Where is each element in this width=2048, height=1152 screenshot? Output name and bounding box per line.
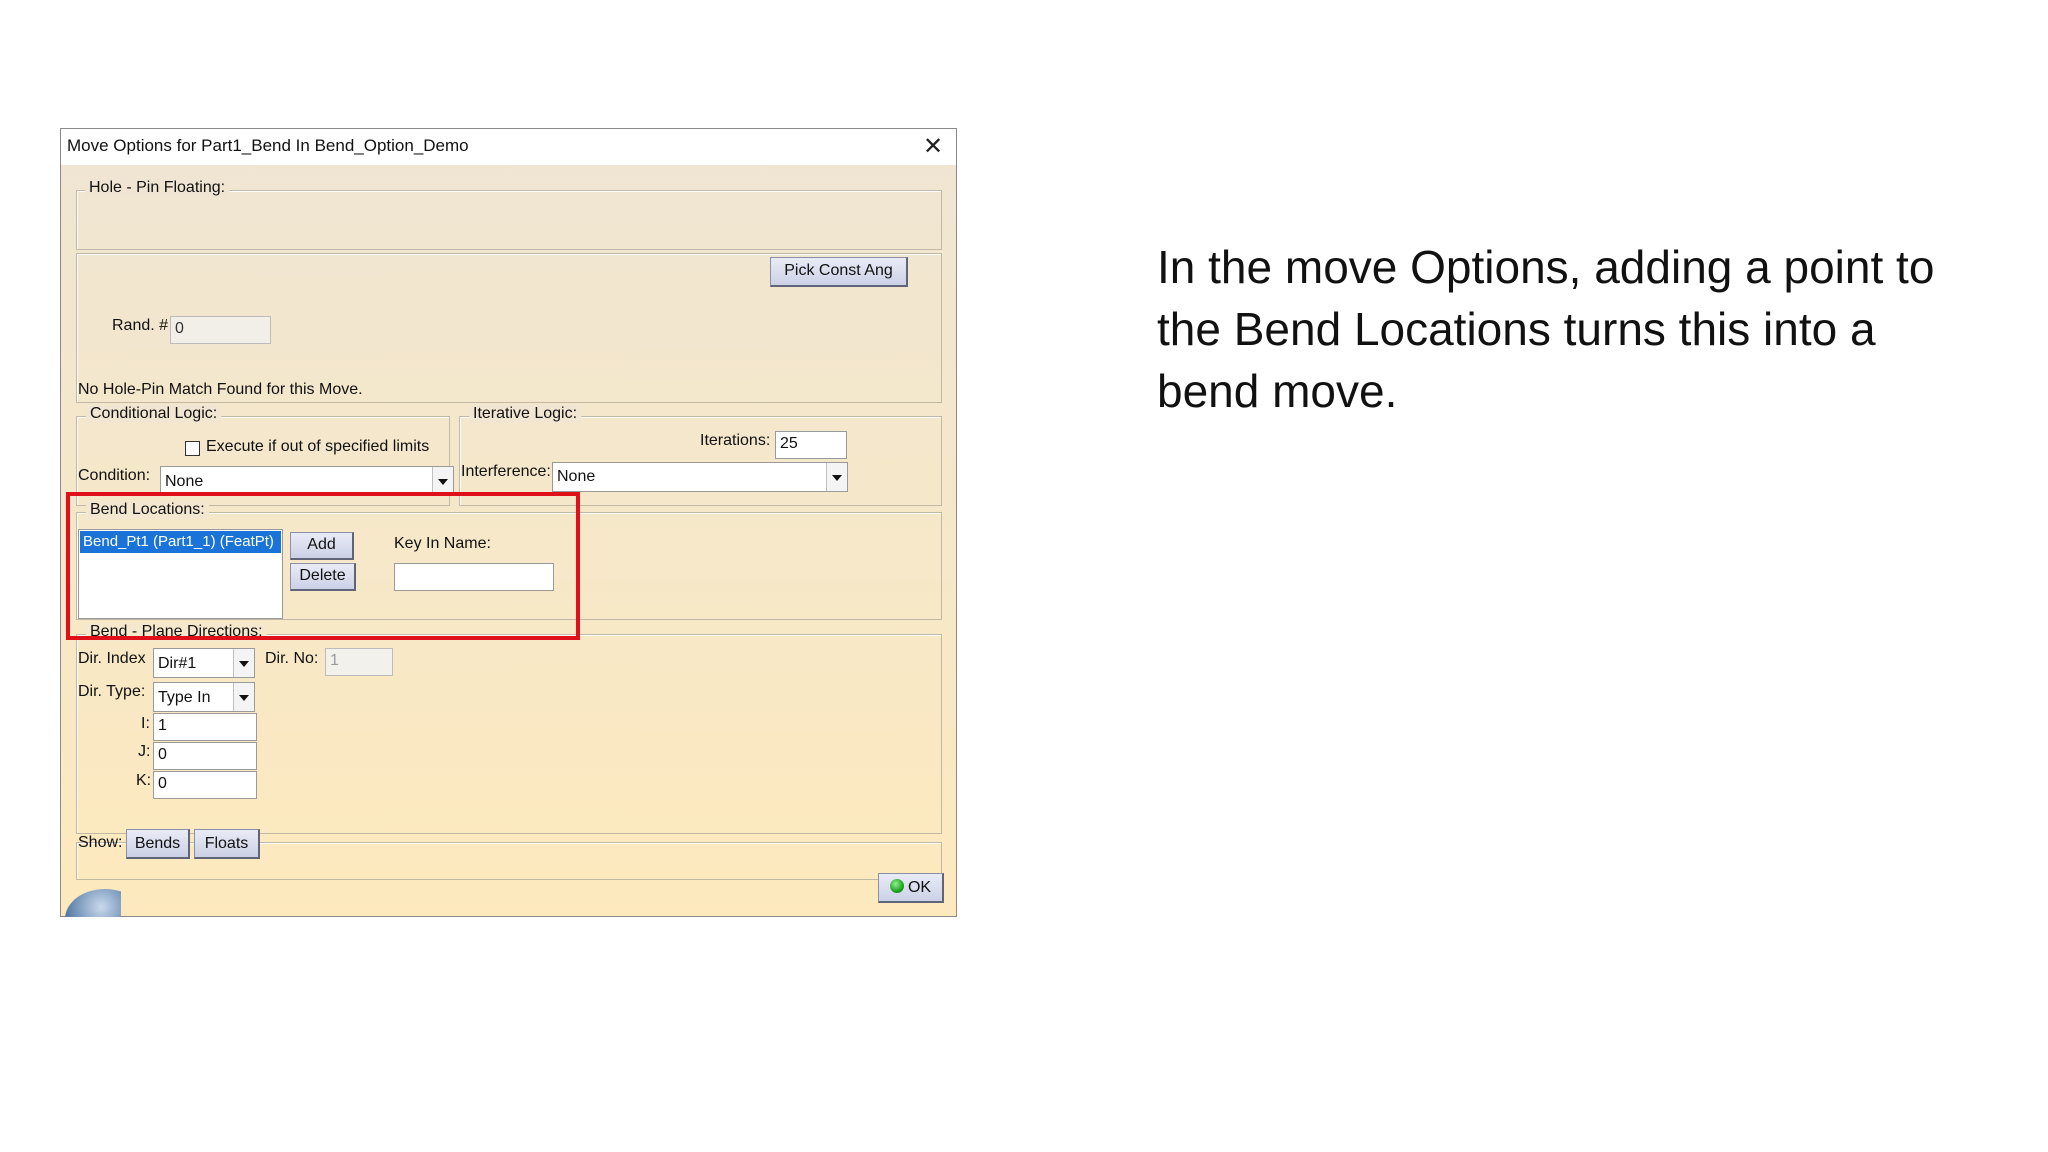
floats-button[interactable]: Floats <box>194 829 260 859</box>
dir-type-label: Dir. Type: <box>78 683 146 700</box>
ok-button[interactable]: OK <box>878 873 944 903</box>
i-field[interactable]: 1 <box>153 713 257 741</box>
app-logo-icon <box>61 869 121 917</box>
iterations-field[interactable]: 25 <box>775 431 847 459</box>
k-label: K: <box>136 772 152 789</box>
execute-label: Execute if out of specified limits <box>206 438 430 455</box>
rand-label: Rand. # <box>112 317 169 334</box>
chevron-down-icon[interactable] <box>233 649 254 677</box>
interference-value: None <box>557 468 596 485</box>
chevron-down-icon[interactable] <box>826 463 847 491</box>
chevron-down-icon[interactable] <box>233 683 254 711</box>
chevron-down-icon[interactable] <box>432 467 453 495</box>
execute-checkbox[interactable] <box>185 441 200 456</box>
condition-label: Condition: <box>78 467 151 484</box>
iterative-logic-label: Iterative Logic: <box>469 405 582 423</box>
ok-label: OK <box>907 879 932 896</box>
hole-pin-group <box>76 190 942 250</box>
hole-pin-status: No Hole-Pin Match Found for this Move. <box>78 381 363 398</box>
j-field[interactable]: 0 <box>153 742 257 770</box>
ok-indicator-icon <box>889 879 904 894</box>
k-field[interactable]: 0 <box>153 771 257 799</box>
conditional-logic-label: Conditional Logic: <box>86 405 222 423</box>
dir-index-value: Dir#1 <box>158 655 197 672</box>
hole-pin-group-label: Hole - Pin Floating: <box>85 179 230 197</box>
close-icon[interactable]: ✕ <box>916 131 950 163</box>
dir-type-select[interactable]: Type In <box>153 682 255 712</box>
show-label: Show: <box>78 834 123 851</box>
highlight-box <box>66 492 580 640</box>
condition-value: None <box>165 473 204 490</box>
j-label: J: <box>138 743 151 760</box>
interference-label: Interference: <box>461 463 551 480</box>
interference-select[interactable]: None <box>552 462 848 492</box>
bends-button[interactable]: Bends <box>126 829 190 859</box>
pick-const-ang-button[interactable]: Pick Const Ang <box>770 257 908 287</box>
dialog-title: Move Options for Part1_Bend In Bend_Opti… <box>67 136 469 155</box>
iterations-label: Iterations: <box>700 432 771 449</box>
dir-no-label: Dir. No: <box>265 650 319 667</box>
title-bar: Move Options for Part1_Bend In Bend_Opti… <box>61 129 956 165</box>
i-label: I: <box>141 715 150 732</box>
dir-index-select[interactable]: Dir#1 <box>153 648 255 678</box>
rand-field[interactable]: 0 <box>170 316 271 344</box>
dir-index-label: Dir. Index <box>78 650 146 667</box>
dir-type-value: Type In <box>158 689 211 706</box>
caption-text: In the move Options, adding a point to t… <box>1157 241 1935 417</box>
dir-no-field: 1 <box>325 648 393 676</box>
